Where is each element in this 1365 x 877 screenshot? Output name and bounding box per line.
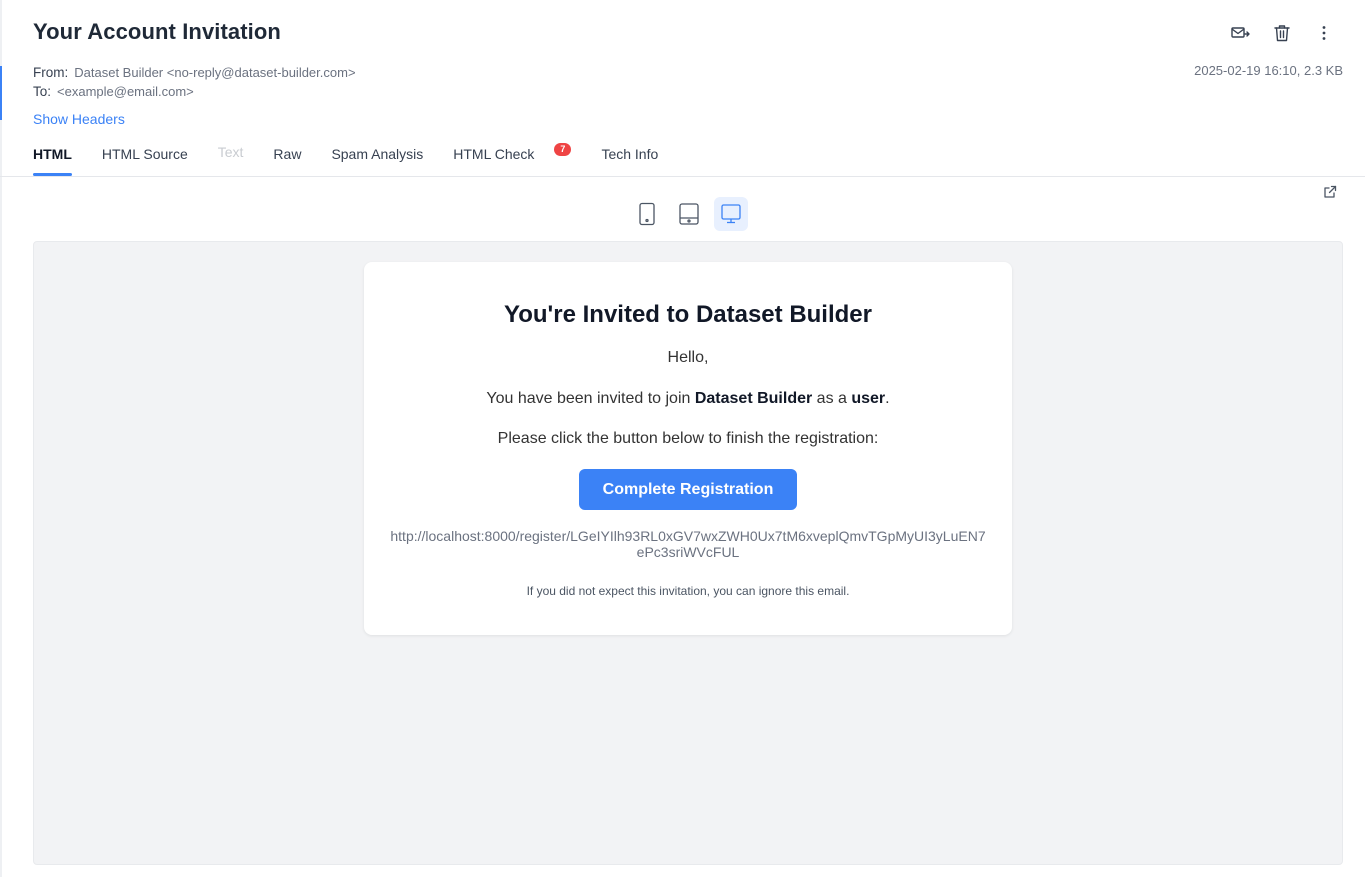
email-heading: You're Invited to Dataset Builder <box>504 301 872 328</box>
from-value: Dataset Builder <no-reply@dataset-builde… <box>74 65 356 80</box>
tab-html-check-label: HTML Check <box>453 146 535 162</box>
forward-mail-icon <box>1231 27 1250 38</box>
email-instruction: Please click the button below to finish … <box>497 430 879 447</box>
view-tabs: HTML HTML Source Text Raw Spam Analysis … <box>33 138 688 176</box>
show-headers-link[interactable]: Show Headers <box>33 111 125 127</box>
desktop-icon <box>721 204 741 224</box>
to-label: To: <box>33 84 52 99</box>
mobile-icon <box>639 202 655 226</box>
tab-spam-analysis[interactable]: Spam Analysis <box>331 138 423 176</box>
invite-suffix: . <box>885 390 890 407</box>
html-check-badge: 7 <box>554 143 572 156</box>
email-preview: You're Invited to Dataset Builder Hello,… <box>33 241 1343 865</box>
forward-mail-button[interactable] <box>1229 22 1251 44</box>
desktop-view-button[interactable] <box>714 197 748 231</box>
email-footnote: If you did not expect this invitation, y… <box>526 584 850 598</box>
email-meta: From: Dataset Builder <no-reply@dataset-… <box>33 63 356 101</box>
tablet-icon <box>679 203 699 225</box>
more-vertical-icon <box>1322 26 1326 40</box>
tabs-divider <box>0 176 1365 177</box>
tab-html-source[interactable]: HTML Source <box>102 138 188 176</box>
tablet-view-button[interactable] <box>672 197 706 231</box>
email-greeting: Hello, <box>667 349 709 366</box>
complete-registration-button[interactable]: Complete Registration <box>578 469 798 510</box>
from-row: From: Dataset Builder <no-reply@dataset-… <box>33 63 356 82</box>
tab-html[interactable]: HTML <box>33 138 72 176</box>
invite-prefix: You have been invited to join <box>486 390 695 407</box>
email-date-size: 2025-02-19 16:10, 2.3 KB <box>1194 63 1343 78</box>
open-external-icon[interactable] <box>1322 184 1338 200</box>
delete-button[interactable] <box>1271 22 1293 44</box>
left-rail <box>0 0 2 877</box>
more-options-button[interactable] <box>1313 22 1335 44</box>
mobile-view-button[interactable] <box>630 197 664 231</box>
tab-tech-info[interactable]: Tech Info <box>601 138 658 176</box>
left-active-indicator <box>0 66 2 120</box>
tab-raw[interactable]: Raw <box>273 138 301 176</box>
tab-text: Text <box>217 144 244 160</box>
invite-app-name: Dataset Builder <box>694 390 813 407</box>
device-switcher <box>630 197 748 231</box>
to-value: <example@email.com> <box>57 84 194 99</box>
invite-role: user <box>851 390 886 407</box>
from-label: From: <box>33 65 69 80</box>
registration-link[interactable]: http://localhost:8000/register/LGeIYIlh9… <box>388 528 988 560</box>
email-actions <box>1229 22 1335 44</box>
to-row: To: <example@email.com> <box>33 82 356 101</box>
email-card: You're Invited to Dataset Builder Hello,… <box>364 262 1012 635</box>
email-subject: Your Account Invitation <box>33 19 281 44</box>
tab-html-check[interactable]: HTML Check 7 <box>453 138 572 176</box>
trash-icon <box>1274 25 1290 42</box>
invite-mid: as a <box>812 390 852 407</box>
invite-sentence: You have been invited to join Dataset Bu… <box>364 390 1012 408</box>
